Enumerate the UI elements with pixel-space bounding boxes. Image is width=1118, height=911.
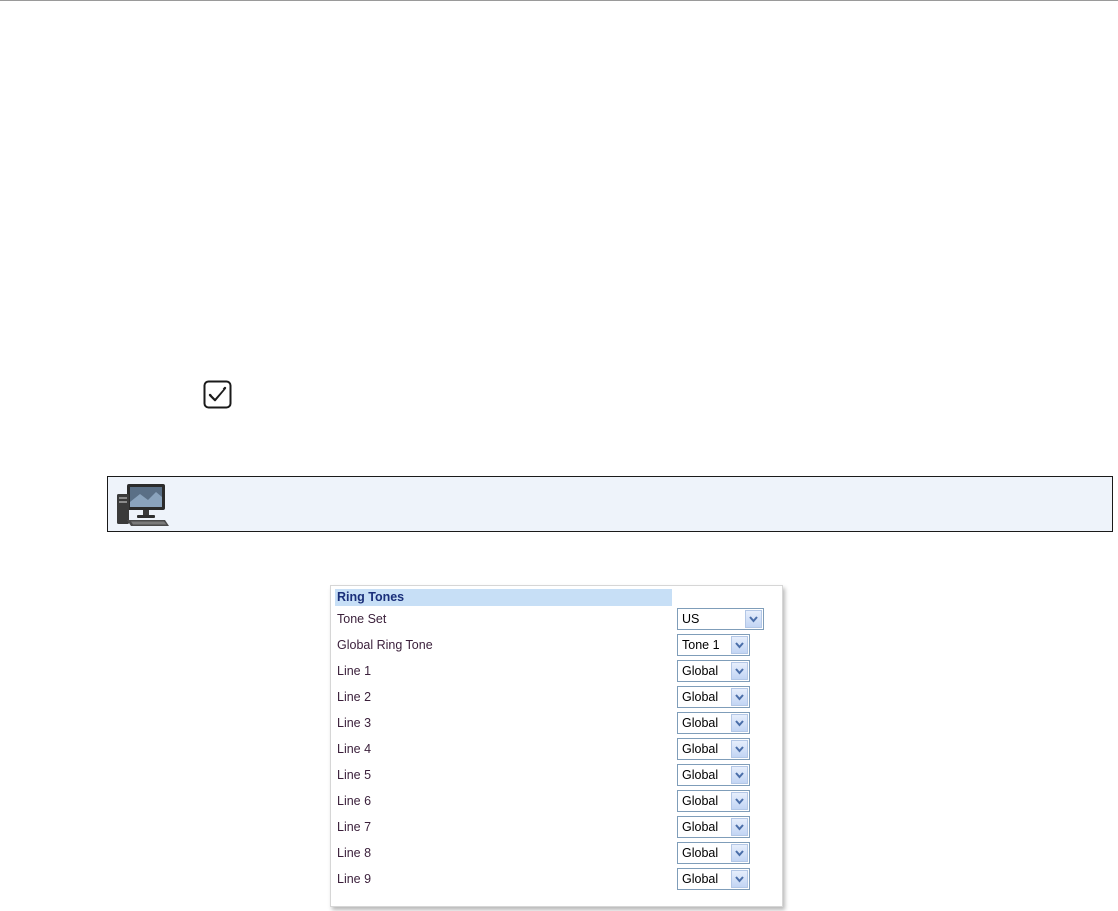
line-7-value: Global — [682, 820, 719, 834]
chevron-down-icon[interactable] — [731, 636, 748, 654]
line-8-select[interactable]: Global — [677, 842, 750, 864]
line-4-label: Line 4 — [337, 742, 372, 756]
ring-tones-panel: Ring Tones Tone Set US Global Ring Tone … — [330, 585, 783, 907]
line-1-row: Line 1 Global — [335, 660, 775, 684]
line-3-label: Line 3 — [337, 716, 372, 730]
line-6-label: Line 6 — [337, 794, 372, 808]
note-box — [107, 476, 1113, 532]
line-8-row: Line 8 Global — [335, 842, 775, 866]
line-8-value: Global — [682, 846, 719, 860]
line-2-value: Global — [682, 690, 719, 704]
line-1-value: Global — [682, 664, 719, 678]
chevron-down-icon[interactable] — [745, 610, 762, 628]
line-9-row: Line 9 Global — [335, 868, 775, 892]
line-9-value: Global — [682, 872, 719, 886]
line-4-value: Global — [682, 742, 719, 756]
computer-monitor-icon — [117, 484, 169, 526]
line-6-select[interactable]: Global — [677, 790, 750, 812]
global-ring-tone-row: Global Ring Tone Tone 1 — [335, 634, 775, 658]
line-4-select[interactable]: Global — [677, 738, 750, 760]
tone-set-row: Tone Set US — [335, 608, 775, 632]
line-1-label: Line 1 — [337, 664, 372, 678]
line-1-select[interactable]: Global — [677, 660, 750, 682]
tone-set-value: US — [682, 612, 700, 626]
line-2-row: Line 2 Global — [335, 686, 775, 710]
line-6-value: Global — [682, 794, 719, 808]
global-ring-tone-value: Tone 1 — [682, 638, 720, 652]
chevron-down-icon[interactable] — [731, 818, 748, 836]
chevron-down-icon[interactable] — [731, 844, 748, 862]
line-8-label: Line 8 — [337, 846, 372, 860]
global-ring-tone-label: Global Ring Tone — [337, 638, 433, 652]
line-2-select[interactable]: Global — [677, 686, 750, 708]
line-9-label: Line 9 — [337, 872, 372, 886]
chevron-down-icon[interactable] — [731, 662, 748, 680]
line-9-select[interactable]: Global — [677, 868, 750, 890]
chevron-down-icon[interactable] — [731, 870, 748, 888]
line-3-value: Global — [682, 716, 719, 730]
line-6-row: Line 6 Global — [335, 790, 775, 814]
chevron-down-icon[interactable] — [731, 688, 748, 706]
line-2-label: Line 2 — [337, 690, 372, 704]
chevron-down-icon[interactable] — [731, 766, 748, 784]
line-7-select[interactable]: Global — [677, 816, 750, 838]
line-4-row: Line 4 Global — [335, 738, 775, 762]
checkbox-checked-icon — [203, 380, 232, 409]
line-5-row: Line 5 Global — [335, 764, 775, 788]
ring-tones-header: Ring Tones — [335, 589, 672, 606]
global-ring-tone-select[interactable]: Tone 1 — [677, 634, 750, 656]
line-5-value: Global — [682, 768, 719, 782]
page-top-rule — [0, 0, 1118, 1]
line-7-row: Line 7 Global — [335, 816, 775, 840]
tone-set-select[interactable]: US — [677, 608, 764, 630]
line-5-label: Line 5 — [337, 768, 372, 782]
line-5-select[interactable]: Global — [677, 764, 750, 786]
chevron-down-icon[interactable] — [731, 740, 748, 758]
chevron-down-icon[interactable] — [731, 714, 748, 732]
line-3-select[interactable]: Global — [677, 712, 750, 734]
tone-set-label: Tone Set — [337, 612, 387, 626]
line-3-row: Line 3 Global — [335, 712, 775, 736]
line-7-label: Line 7 — [337, 820, 372, 834]
chevron-down-icon[interactable] — [731, 792, 748, 810]
